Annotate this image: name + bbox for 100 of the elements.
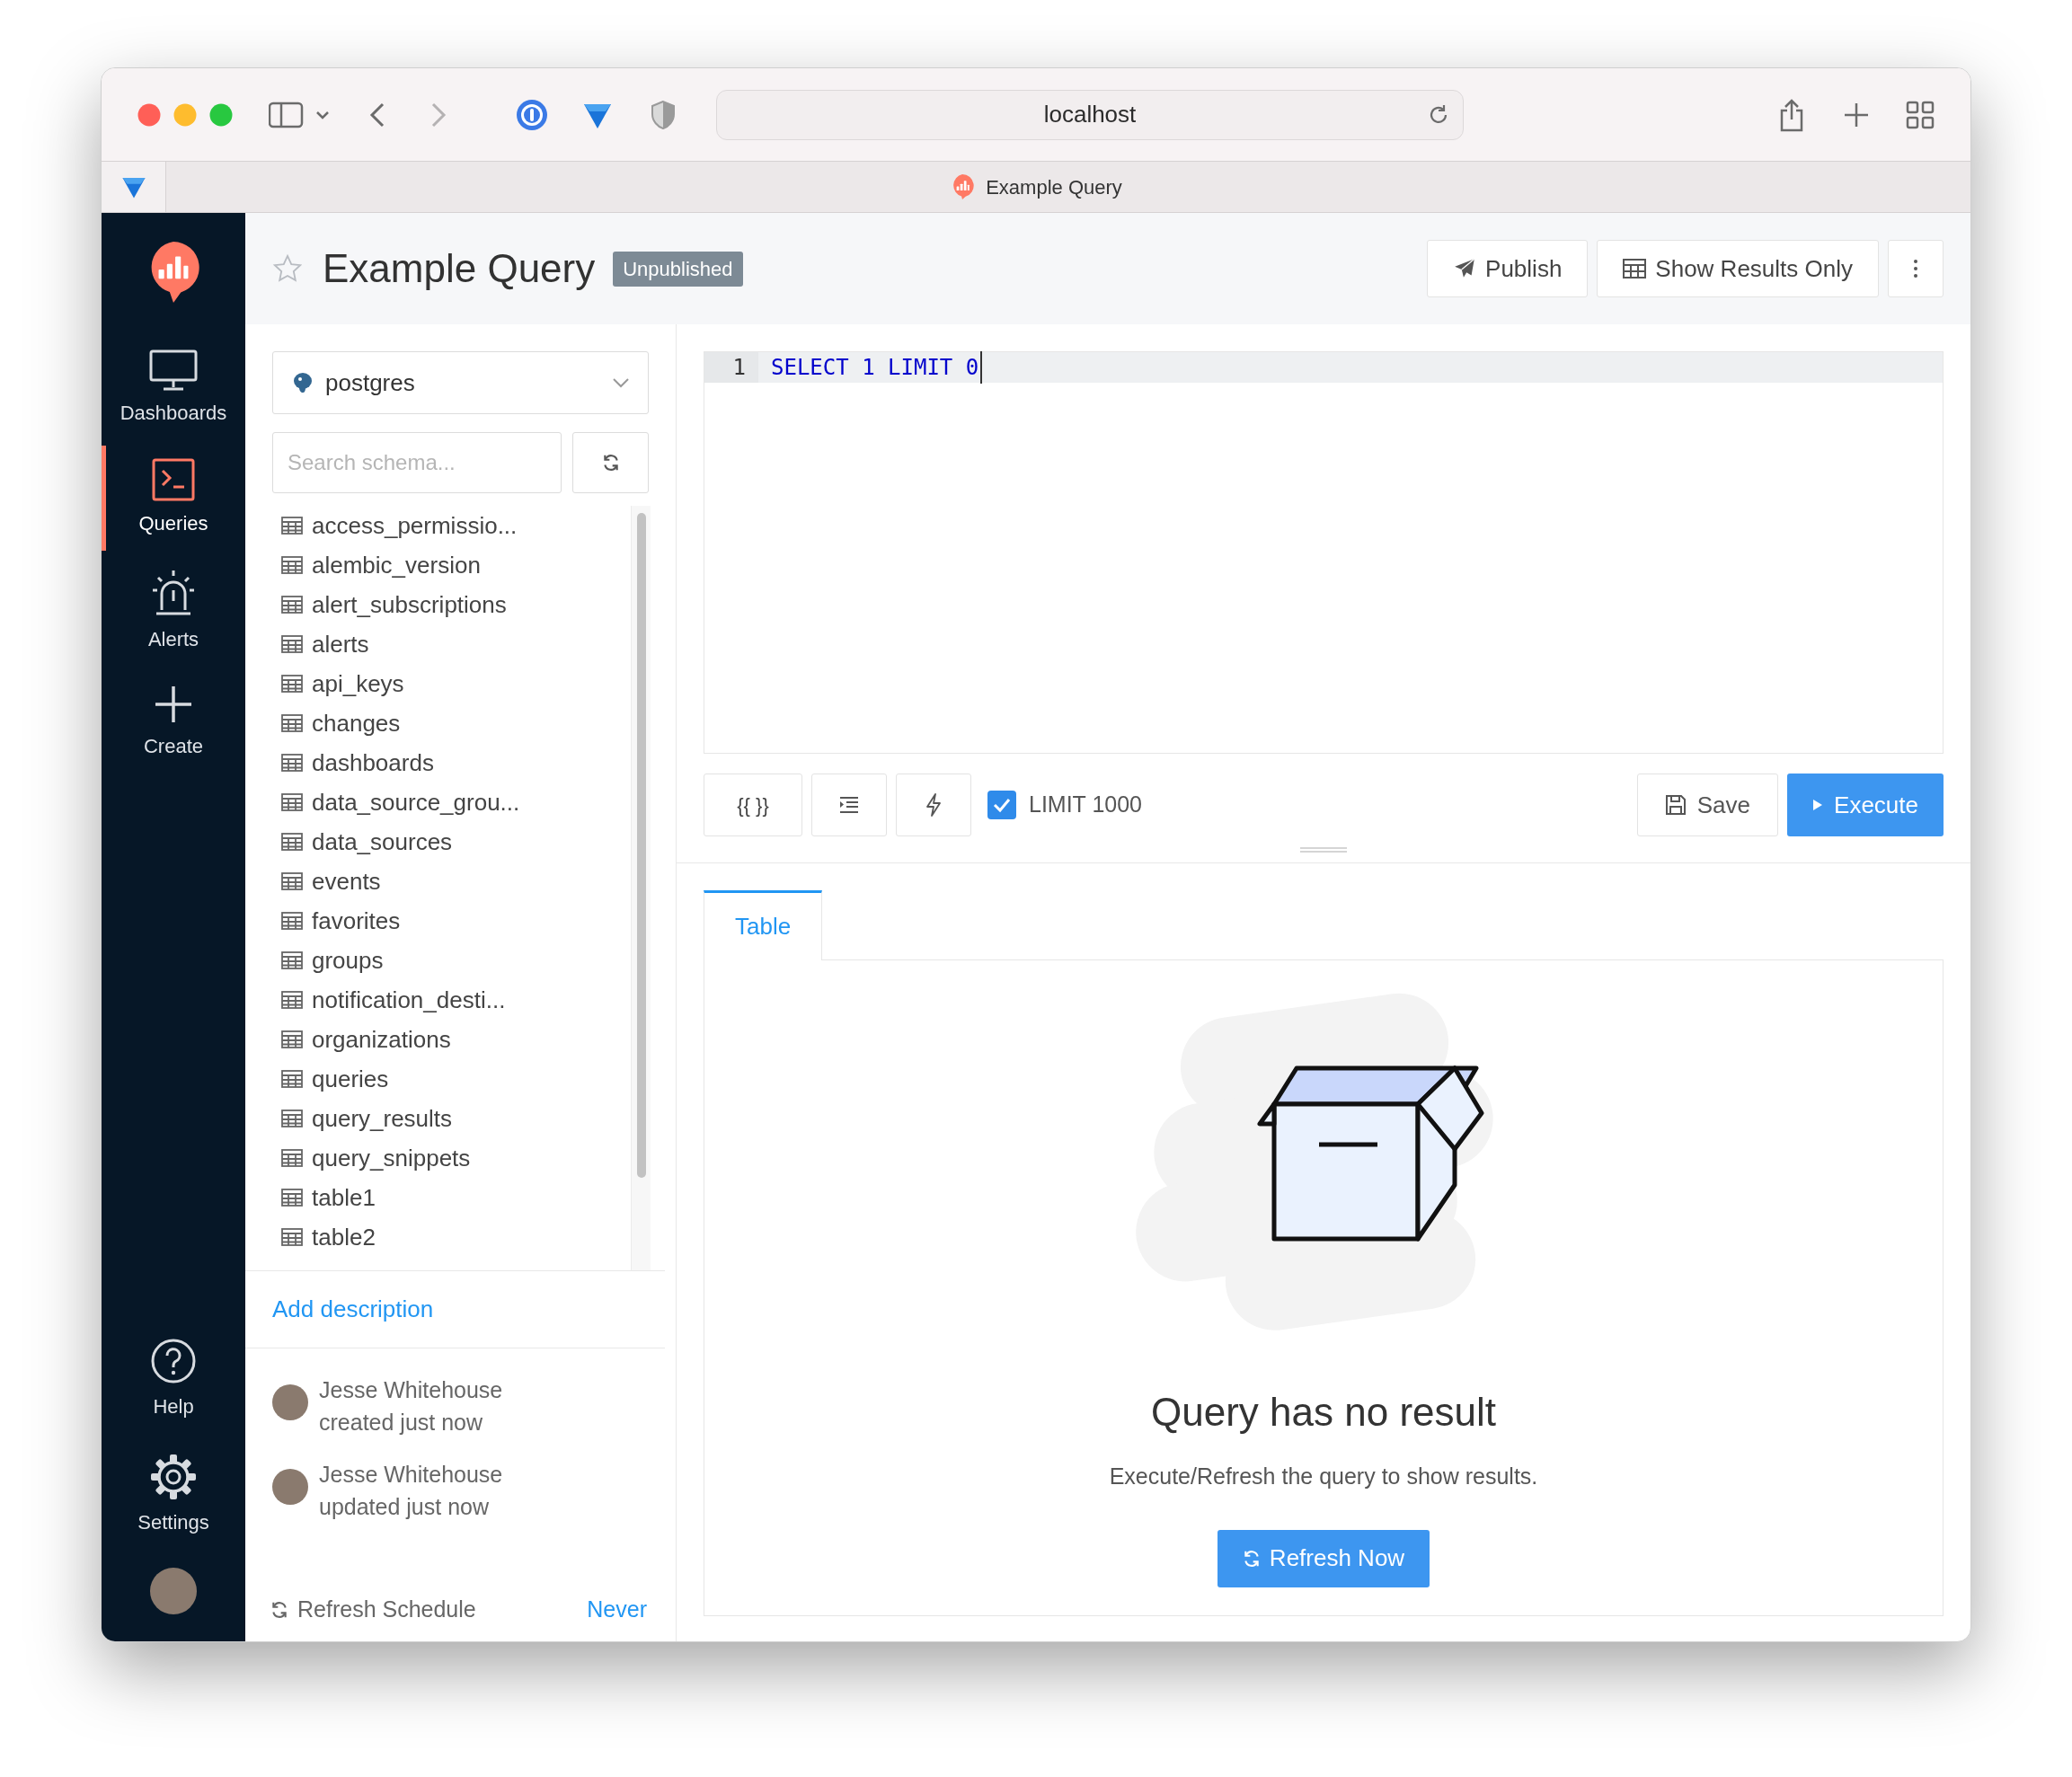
avatar (272, 1384, 308, 1420)
avatar (272, 1469, 308, 1505)
help-icon (150, 1338, 197, 1384)
table-icon (281, 1070, 303, 1088)
chevron-down-icon[interactable] (315, 110, 330, 119)
table-icon (281, 754, 303, 772)
schema-table-item[interactable]: alert_subscriptions (281, 585, 665, 624)
schema-table-item[interactable]: notification_desti... (281, 980, 665, 1020)
schema-table-item[interactable]: table2 (281, 1217, 665, 1257)
page-title: Example Query (323, 245, 596, 292)
table-icon (281, 872, 303, 890)
table-icon (281, 596, 303, 614)
table-icon (281, 1030, 303, 1048)
table-icon (281, 1149, 303, 1167)
schema-table-item[interactable]: api_keys (281, 664, 665, 703)
code-editor[interactable]: 1 SELECT 1 LIMIT 0 (704, 351, 1944, 754)
check-icon (992, 797, 1012, 813)
show-results-button[interactable]: Show Results Only (1597, 240, 1879, 297)
play-icon (1812, 799, 1824, 811)
empty-state-title: Query has no result (1151, 1389, 1496, 1436)
table-icon (281, 793, 303, 811)
sidebar-item[interactable]: Dashboards (102, 337, 245, 440)
back-icon[interactable] (369, 101, 385, 128)
refresh-icon (601, 454, 620, 472)
table-icon (281, 675, 303, 693)
activity-text: created just now (319, 1409, 484, 1437)
data-source-select[interactable]: postgres (272, 351, 649, 414)
schema-table-item[interactable]: changes (281, 703, 665, 743)
code-line: SELECT 1 LIMIT 0 (758, 351, 983, 384)
schema-table-item[interactable]: favorites (281, 901, 665, 941)
star-icon[interactable] (272, 253, 303, 284)
schema-table-item[interactable]: access_permissio... (281, 506, 665, 545)
table-icon (281, 1228, 303, 1246)
publish-button[interactable]: Publish (1427, 240, 1589, 297)
window-control-icon[interactable] (137, 102, 161, 127)
refresh-schema-button[interactable] (572, 432, 649, 493)
chevron-down-icon (612, 377, 630, 388)
sidebar-item[interactable]: Create (102, 672, 245, 774)
format-button[interactable] (811, 774, 887, 836)
schema-table-item[interactable]: query_results (281, 1099, 665, 1138)
table-icon (281, 556, 303, 574)
limit-label: LIMIT 1000 (1029, 791, 1142, 819)
schema-table-item[interactable]: data_source_grou... (281, 782, 665, 822)
schema-table-item[interactable]: query_snippets (281, 1138, 665, 1178)
user-name: Jesse Whitehouse (319, 1461, 503, 1489)
table-icon (281, 833, 303, 851)
sidebar-item[interactable]: Settings (102, 1443, 245, 1548)
terminal-icon (152, 458, 195, 501)
table-icon (281, 951, 303, 969)
plus-icon (154, 685, 193, 724)
autocomplete-button[interactable] (896, 774, 971, 836)
activity-text: updated just now (319, 1493, 491, 1521)
schema-table-item[interactable]: dashboards (281, 743, 665, 782)
schema-table-item[interactable]: table1 (281, 1178, 665, 1217)
address-bar[interactable]: localhost (716, 89, 1464, 140)
sidebar-item[interactable]: Queries (102, 446, 245, 551)
alarm-icon (151, 569, 196, 617)
settings-icon (150, 1454, 197, 1500)
table-icon (281, 714, 303, 732)
table-icon (1623, 259, 1647, 278)
table-icon (281, 912, 303, 930)
schema-table-item[interactable]: data_sources (281, 822, 665, 862)
schema-table-item[interactable]: groups (281, 941, 665, 980)
tab-title[interactable]: Example Query (986, 172, 1122, 202)
pinned-tab[interactable] (102, 162, 166, 212)
table-icon (281, 517, 303, 535)
refresh-icon (270, 1601, 288, 1619)
indent-icon (839, 796, 859, 814)
schema-table-item[interactable]: alerts (281, 624, 665, 664)
share-icon[interactable] (1778, 97, 1805, 132)
avatar[interactable] (150, 1568, 197, 1614)
table-icon (281, 635, 303, 653)
status-badge: Unpublished (613, 251, 743, 287)
lightning-icon (925, 793, 942, 817)
schema-table-item[interactable]: events (281, 862, 665, 901)
refresh-schedule-label: Refresh Schedule (297, 1596, 477, 1624)
search-field[interactable]: Search schema... (272, 432, 562, 493)
url-text: localhost (1043, 100, 1137, 129)
sidebar-item[interactable]: Help (102, 1327, 245, 1432)
plus-icon[interactable] (1843, 101, 1870, 128)
monitor-icon (149, 349, 198, 391)
shield-icon[interactable] (650, 99, 677, 130)
sidebar-item[interactable]: Alerts (102, 556, 245, 667)
schema-table-item[interactable]: queries (281, 1059, 665, 1099)
schema-table-item[interactable]: organizations (281, 1020, 665, 1059)
parameters-button[interactable]: {{ }} (704, 774, 802, 836)
grid-icon[interactable] (1906, 100, 1935, 129)
save-button[interactable]: Save (1636, 774, 1779, 836)
scrollbar-thumb[interactable] (636, 513, 646, 1178)
refresh-icon (1242, 1549, 1261, 1568)
resize-handle-icon[interactable] (1300, 845, 1347, 853)
user-name: Jesse Whitehouse (319, 1376, 503, 1404)
more-icon (1913, 259, 1918, 278)
ring-icon[interactable] (515, 97, 549, 132)
limit-checkbox[interactable] (987, 791, 1016, 819)
schema-table-item[interactable]: alembic_version (281, 545, 665, 585)
table-icon (281, 1110, 303, 1127)
table-icon (281, 991, 303, 1009)
sidebar-toggle-icon[interactable] (269, 101, 305, 128)
line-number: 1 (704, 352, 758, 383)
